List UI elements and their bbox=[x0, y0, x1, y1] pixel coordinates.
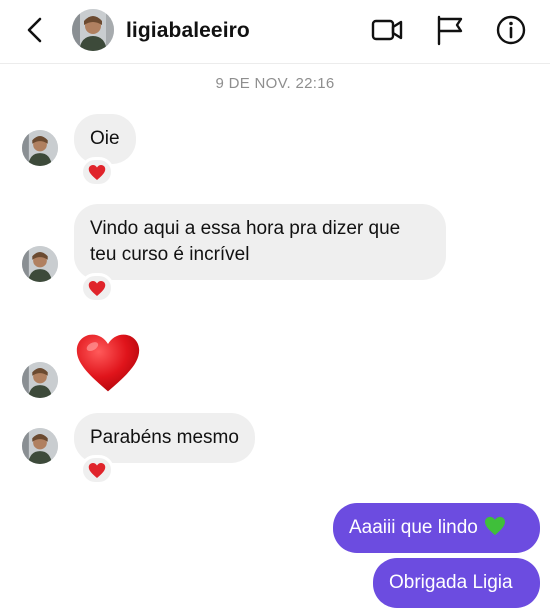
back-arrow-icon[interactable] bbox=[20, 12, 52, 48]
heart-reaction[interactable] bbox=[80, 157, 114, 187]
profile-photo-icon bbox=[22, 130, 58, 166]
red-heart-icon bbox=[88, 462, 106, 478]
profile-photo-icon bbox=[22, 362, 58, 398]
incoming-message[interactable]: Oie bbox=[74, 114, 136, 164]
red-heart-icon bbox=[88, 164, 106, 180]
header-avatar[interactable] bbox=[72, 9, 114, 51]
chat-header: ligiabaleeiro bbox=[0, 0, 550, 64]
message-text-line: teu curso é incrível bbox=[90, 244, 250, 265]
profile-photo-icon bbox=[22, 428, 58, 464]
sender-avatar[interactable] bbox=[22, 428, 58, 464]
sender-avatar[interactable] bbox=[22, 362, 58, 398]
red-heart-icon bbox=[88, 280, 106, 296]
profile-photo-icon bbox=[22, 246, 58, 282]
message-text-line: Vindo aqui a essa hora pra dizer que bbox=[90, 218, 401, 239]
message-text: Parabéns mesmo bbox=[90, 427, 239, 448]
message-text: Obrigada Ligia bbox=[389, 572, 513, 593]
heart-reaction[interactable] bbox=[80, 273, 114, 303]
chat-screen: ligiabaleeiro 9 DE NOV. 22:16 Oie Vindo … bbox=[0, 0, 550, 613]
heart-reaction[interactable] bbox=[80, 455, 114, 485]
outgoing-message[interactable]: Aaaiii que lindo bbox=[333, 503, 540, 553]
outgoing-message[interactable]: Obrigada Ligia bbox=[373, 558, 540, 608]
big-red-heart-emoji-icon[interactable] bbox=[74, 330, 142, 396]
sender-avatar[interactable] bbox=[22, 246, 58, 282]
sender-avatar[interactable] bbox=[22, 130, 58, 166]
video-call-icon[interactable] bbox=[370, 13, 404, 47]
profile-photo-icon bbox=[72, 9, 114, 51]
message-text: Oie bbox=[90, 128, 120, 149]
chat-username[interactable]: ligiabaleeiro bbox=[126, 19, 250, 43]
message-timestamp: 9 DE NOV. 22:16 bbox=[215, 75, 335, 92]
message-text: Aaaiii que lindo bbox=[349, 517, 478, 538]
incoming-message[interactable]: Vindo aqui a essa hora pra dizer que teu… bbox=[74, 204, 446, 280]
green-heart-icon bbox=[484, 516, 505, 536]
flag-report-icon[interactable] bbox=[433, 13, 467, 47]
info-icon[interactable] bbox=[494, 13, 528, 47]
